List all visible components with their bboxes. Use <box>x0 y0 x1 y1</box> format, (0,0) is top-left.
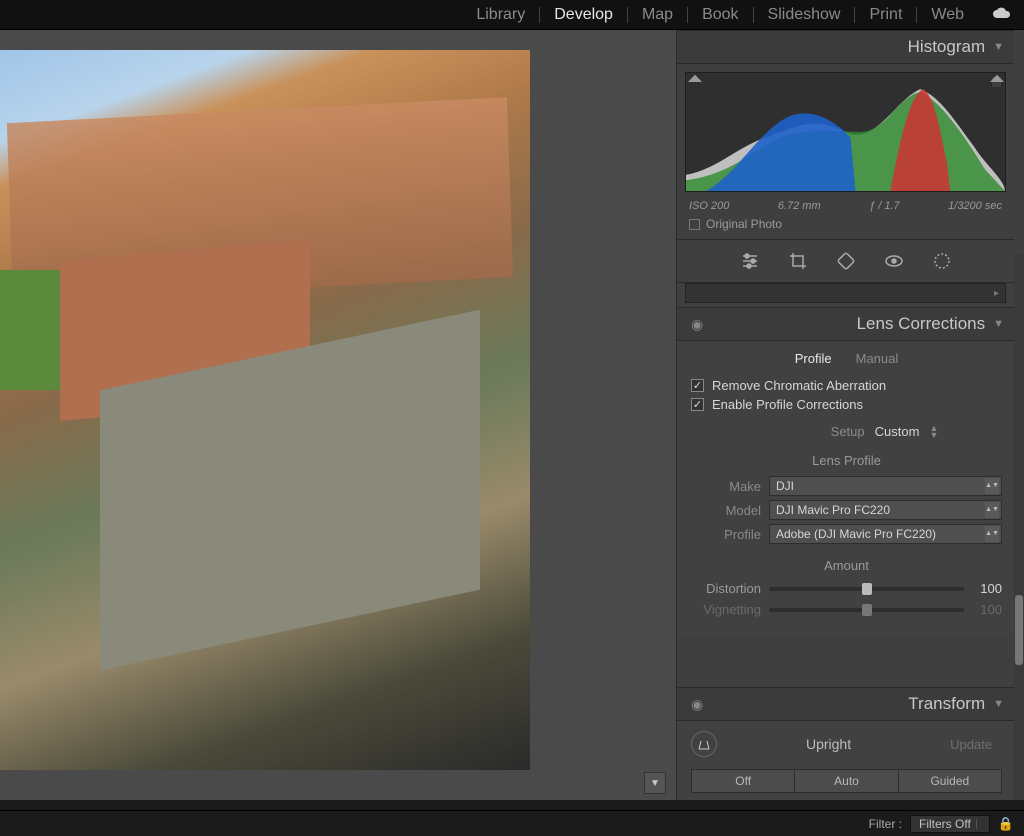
transform-header[interactable]: ◉ Transform ▼ <box>677 687 1014 721</box>
filmstrip-filter-bar: Filter : Filters Off 🔒 <box>0 810 1024 836</box>
highlight-clipping-icon[interactable] <box>991 77 1001 87</box>
dropdown-caret-icon: ▲▼ <box>985 526 999 542</box>
module-picker: Library Develop Map Book Slideshow Print… <box>0 0 1024 30</box>
enable-profile-checkbox[interactable]: ✓ <box>691 398 704 411</box>
dropdown-caret-icon: ▲▼ <box>985 478 999 494</box>
lens-corrections-title: Lens Corrections <box>857 314 986 334</box>
vignetting-value: 100 <box>972 602 1002 617</box>
enable-profile-label: Enable Profile Corrections <box>712 397 863 412</box>
chevron-down-icon: ▼ <box>993 318 1004 330</box>
module-library[interactable]: Library <box>462 7 539 23</box>
exif-readout: ISO 200 6.72 mm ƒ / 1.7 1/3200 sec <box>677 196 1014 214</box>
crop-icon[interactable] <box>787 250 809 272</box>
slider-thumb <box>862 604 872 616</box>
filter-lock-icon[interactable]: 🔒 <box>998 816 1014 832</box>
heal-icon[interactable] <box>835 250 857 272</box>
distortion-slider-row: Distortion 100 <box>691 581 1002 596</box>
upright-off[interactable]: Off <box>691 769 795 793</box>
upright-update-button[interactable]: Update <box>940 733 1002 756</box>
profile-label: Profile <box>691 527 761 542</box>
original-photo-checkbox[interactable] <box>689 219 700 230</box>
chevron-down-icon: ▼ <box>993 698 1004 710</box>
shadow-clipping-icon[interactable] <box>690 77 700 87</box>
redeye-icon[interactable] <box>883 250 905 272</box>
dropdown-caret-icon: ▲▼ <box>985 502 999 518</box>
panel-visibility-icon[interactable]: ◉ <box>687 316 703 333</box>
module-list: Library Develop Map Book Slideshow Print… <box>462 7 978 23</box>
sliders-icon[interactable] <box>739 250 761 272</box>
vignetting-label: Vignetting <box>691 602 761 617</box>
filter-value: Filters Off <box>919 817 971 831</box>
photo-canvas[interactable]: ▼ <box>0 30 676 800</box>
filter-label: Filter : <box>869 817 902 831</box>
original-photo-label: Original Photo <box>706 217 782 231</box>
make-label: Make <box>691 479 761 494</box>
vignetting-slider-row: Vignetting 100 <box>691 602 1002 617</box>
model-value: DJI Mavic Pro FC220 <box>776 503 890 517</box>
module-slideshow[interactable]: Slideshow <box>753 7 855 23</box>
distortion-label: Distortion <box>691 581 761 596</box>
distortion-slider[interactable] <box>769 587 964 591</box>
profile-value: Adobe (DJI Mavic Pro FC220) <box>776 527 936 541</box>
photo-preview <box>0 50 530 770</box>
vignetting-slider <box>769 608 964 612</box>
collapsed-panel-row[interactable]: ▸ <box>685 283 1006 303</box>
scrollbar-thumb[interactable] <box>1015 595 1023 665</box>
tab-manual[interactable]: Manual <box>856 351 899 366</box>
make-dropdown[interactable]: DJI ▲▼ <box>769 476 1002 496</box>
module-map[interactable]: Map <box>627 7 687 23</box>
panel-visibility-icon[interactable]: ◉ <box>687 696 703 713</box>
exif-focal: 6.72 mm <box>778 200 821 212</box>
lens-tabs: Profile Manual <box>691 349 1002 376</box>
before-after-toggle[interactable]: ▼ <box>644 772 666 794</box>
amount-section: Amount <box>691 558 1002 573</box>
setup-label: Setup <box>755 424 865 439</box>
enable-profile-row[interactable]: ✓ Enable Profile Corrections <box>691 395 1002 414</box>
module-book[interactable]: Book <box>687 7 752 23</box>
model-dropdown[interactable]: DJI Mavic Pro FC220 ▲▼ <box>769 500 1002 520</box>
upright-auto[interactable]: Auto <box>795 769 898 793</box>
histogram-header[interactable]: Histogram ▼ <box>677 30 1014 64</box>
profile-dropdown[interactable]: Adobe (DJI Mavic Pro FC220) ▲▼ <box>769 524 1002 544</box>
module-develop[interactable]: Develop <box>539 7 627 23</box>
upright-tool-icon[interactable] <box>691 731 717 757</box>
histogram-title: Histogram <box>908 37 985 57</box>
mask-icon[interactable] <box>931 250 953 272</box>
exif-aperture: ƒ / 1.7 <box>869 200 900 212</box>
lens-corrections-panel: Profile Manual ✓ Remove Chromatic Aberra… <box>677 341 1014 637</box>
right-panel-group: Histogram ▼ ISO 200 6.72 mm ƒ / 1.7 1/32… <box>676 30 1024 800</box>
setup-value[interactable]: Custom <box>875 424 920 439</box>
remove-ca-label: Remove Chromatic Aberration <box>712 378 886 393</box>
lens-profile-section: Lens Profile <box>691 453 1002 468</box>
upright-label: Upright <box>731 736 926 752</box>
cloud-sync-icon[interactable] <box>992 4 1012 25</box>
develop-toolstrip <box>677 240 1014 283</box>
original-photo-toggle[interactable]: Original Photo <box>677 214 1014 240</box>
module-print[interactable]: Print <box>854 7 916 23</box>
histogram-chart[interactable] <box>685 72 1006 192</box>
transform-title: Transform <box>908 694 985 714</box>
exif-iso: ISO 200 <box>689 200 729 212</box>
remove-ca-row[interactable]: ✓ Remove Chromatic Aberration <box>691 376 1002 395</box>
setup-spinner-icon[interactable]: ▲▼ <box>929 425 938 439</box>
transform-panel: Upright Update Off Auto Guided <box>677 721 1014 800</box>
lens-corrections-header[interactable]: ◉ Lens Corrections ▼ <box>677 307 1014 341</box>
make-value: DJI <box>776 479 794 493</box>
upright-guided[interactable]: Guided <box>899 769 1002 793</box>
module-web[interactable]: Web <box>916 7 978 23</box>
panel-scrollbar[interactable] <box>1014 255 1024 800</box>
upright-segments: Off Auto Guided <box>691 769 1002 793</box>
exif-shutter: 1/3200 sec <box>948 200 1002 212</box>
filter-dropdown[interactable]: Filters Off <box>910 815 990 833</box>
distortion-value[interactable]: 100 <box>972 581 1002 596</box>
chevron-down-icon: ▼ <box>993 41 1004 53</box>
slider-thumb[interactable] <box>862 583 872 595</box>
tab-profile[interactable]: Profile <box>795 351 832 366</box>
remove-ca-checkbox[interactable]: ✓ <box>691 379 704 392</box>
model-label: Model <box>691 503 761 518</box>
